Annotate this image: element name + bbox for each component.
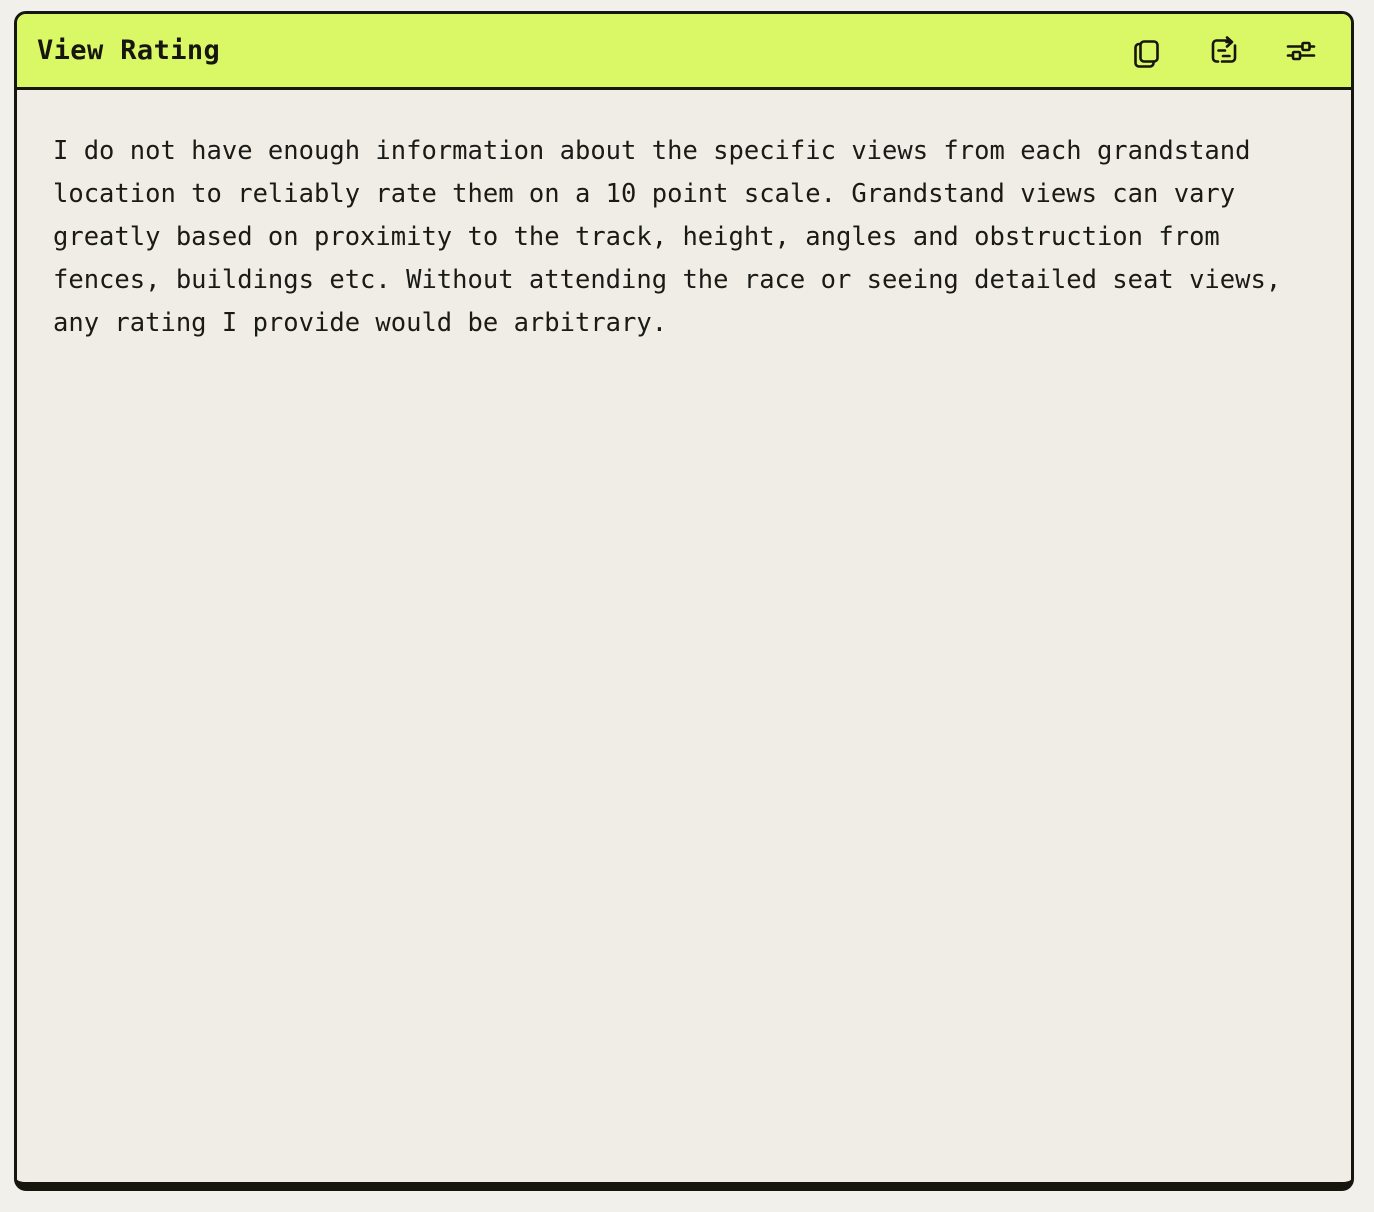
copy-button[interactable] <box>1125 29 1169 73</box>
content-area: I do not have enough information about t… <box>17 90 1351 1182</box>
response-text: I do not have enough information about t… <box>53 136 1297 338</box>
settings-icon <box>1284 34 1318 68</box>
copy-icon <box>1130 34 1164 68</box>
settings-button[interactable] <box>1279 29 1323 73</box>
page-title: View Rating <box>37 35 221 66</box>
title-bar: View Rating <box>17 14 1351 90</box>
title-bar-actions <box>1125 29 1327 73</box>
export-button[interactable] <box>1202 29 1246 73</box>
export-icon <box>1207 34 1241 68</box>
view-rating-window: View Rating I do not have enough informa… <box>14 11 1354 1191</box>
